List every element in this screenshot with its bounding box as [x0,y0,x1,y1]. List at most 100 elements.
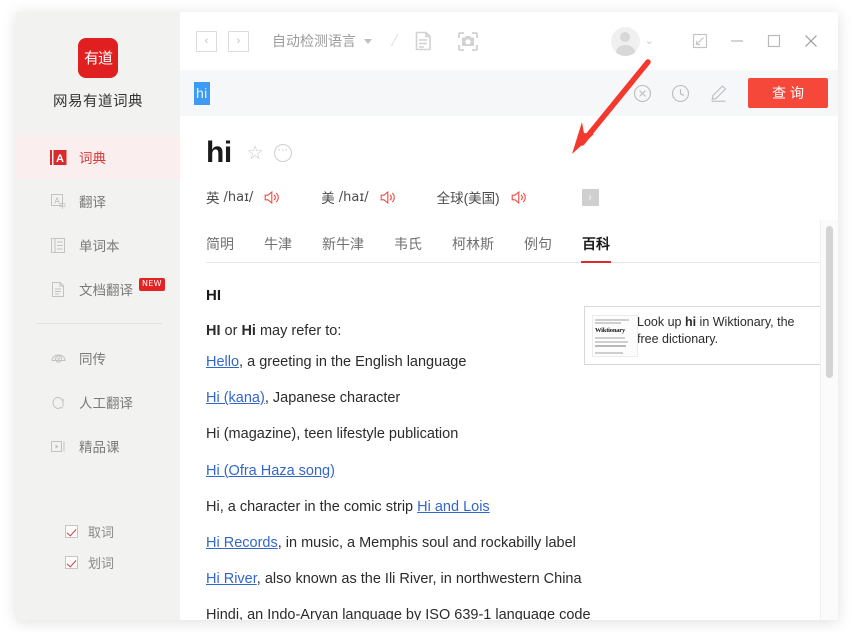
wiki-content: HI HI or Hi may refer to: Hello, a greet… [206,263,838,620]
main-panel: ‹ › 自动检测语言 / [180,12,838,620]
forward-button[interactable]: › [228,31,249,52]
tab-xinniujin[interactable]: 新牛津 [322,234,364,262]
wiki-link-hi-records[interactable]: Hi Records [206,535,278,551]
titlebar: ‹ › 自动检测语言 / [180,12,838,70]
checkbox-select-word[interactable] [65,556,78,569]
human-translation-icon [50,394,67,411]
sidebar-item-label: 精品课 [79,436,120,456]
dictionary-icon: A [50,149,67,166]
screenshot-icon[interactable] [457,30,479,52]
translate-icon: A 中 [50,193,67,210]
caption-pre: Look up [637,315,685,329]
sidebar-item-dictionary[interactable]: A 词典 [16,135,180,179]
clear-circle-icon[interactable] [632,83,652,103]
wiki-intro-tail: may refer to: [256,323,341,339]
phonetic-label: 英 [206,187,220,207]
close-icon[interactable] [797,28,824,55]
dictionary-tabs: 简明 牛津 新牛津 韦氏 柯林斯 例句 百科 [206,231,838,263]
brand-block: 有道 网易有道词典 [16,12,180,111]
wiki-entry-hi-and-lois: Hi, a character in the comic strip Hi an… [206,498,802,516]
checkbox-row-capture-word[interactable]: 取词 [16,516,180,547]
wiki-intro-bold-2: Hi [241,323,256,339]
account-menu[interactable]: ⌄ [611,27,654,56]
language-selector[interactable]: 自动检测语言 [272,31,372,51]
wiki-entry-text: Hi (magazine), teen lifestyle publicatio… [206,426,458,442]
search-button[interactable]: 查询 [748,78,828,108]
tab-liju[interactable]: 例句 [524,234,552,262]
page-title: hi [206,136,232,170]
wiki-entry-hi-river: Hi River, also known as the Ili River, i… [206,570,802,588]
history-clock-icon[interactable] [670,83,690,103]
wiki-entry-hi-kana: Hi (kana), Japanese character [206,389,802,407]
tab-jianming[interactable]: 简明 [206,234,234,262]
phonetic-value: /haɪ/ [224,190,254,205]
search-input[interactable]: hi [194,70,614,116]
tab-kelinsi[interactable]: 柯林斯 [452,234,494,262]
app-logo: 有道 [78,38,118,78]
search-bar: hi 查询 [180,70,838,116]
user-avatar-icon [611,27,640,56]
phonetic-uk: 英 /haɪ/ [206,187,281,207]
tab-weishi[interactable]: 韦氏 [394,234,422,262]
star-outline-icon[interactable]: ☆ [247,144,264,163]
sidebar-options: 取词 划词 [16,516,180,578]
wiki-link-hi-and-lois[interactable]: Hi and Lois [417,499,490,515]
wiki-heading: HI [206,287,802,304]
phonetics-row: 英 /haɪ/ 美 /haɪ/ [206,187,838,207]
back-button[interactable]: ‹ [196,31,217,52]
checkbox-capture-word[interactable] [65,525,78,538]
more-options-icon[interactable]: ··· [274,144,292,162]
sidebar-nav: A 词典 A 中 翻译 [16,135,180,468]
language-selector-label: 自动检测语言 [272,31,356,51]
wiktionary-logo-title: Wiktionary [595,327,625,334]
content-area: hi ☆ ··· 英 /haɪ/ 美 [180,116,838,620]
wiki-entry-hi-records: Hi Records, in music, a Memphis soul and… [206,534,802,552]
wiki-entry-text: , in music, a Memphis soul and rockabill… [278,535,576,551]
sidebar-item-label: 词典 [79,147,106,167]
expand-icon[interactable] [686,28,713,55]
sidebar-item-human-translation[interactable]: 人工翻译 [16,380,180,424]
sidebar-item-translate[interactable]: A 中 翻译 [16,179,180,223]
chevron-down-icon [364,39,372,44]
sidebar-divider [36,323,162,324]
wiki-link-hi-ofra-haza-song[interactable]: Hi (Ofra Haza song) [206,463,335,479]
tab-baike[interactable]: 百科 [582,234,610,262]
phonetic-label: 美 [321,187,335,207]
sidebar-item-document-translate[interactable]: 文档翻译 NEW [16,267,180,311]
checkbox-row-select-word[interactable]: 划词 [16,547,180,578]
word-header: hi ☆ ··· [206,116,838,170]
document-icon[interactable] [413,30,435,52]
maximize-icon[interactable] [760,28,787,55]
wiki-entry-text: , Japanese character [265,390,400,406]
scrollbar-thumb[interactable] [826,226,833,378]
wiki-link-hi-river[interactable]: Hi River [206,571,257,587]
new-badge: NEW [139,278,165,291]
search-input-value: hi [194,82,210,105]
tab-niujin[interactable]: 牛津 [264,234,292,262]
phonetic-next-button[interactable]: › [582,189,599,206]
wiki-entry-text: Hindi, an Indo-Aryan language by ISO 639… [206,607,591,620]
wordbook-icon [50,237,67,254]
wiktionary-logo-icon: Wiktionary [592,315,638,357]
wiki-entry-hi-magazine: Hi (magazine), teen lifestyle publicatio… [206,425,802,443]
document-translate-icon [50,281,67,298]
vertical-scrollbar[interactable] [820,220,838,620]
wiki-entry-text: , also known as the Ili River, in northw… [257,571,582,587]
wiki-link-hello[interactable]: Hello [206,354,239,370]
toolbar-separator: / [390,31,400,51]
checkbox-label: 划词 [88,553,114,572]
phonetic-value: /haɪ/ [339,190,369,205]
sidebar-item-courses[interactable]: 精品课 [16,424,180,468]
sidebar-item-label: 人工翻译 [79,392,133,412]
speaker-icon[interactable] [380,190,397,205]
sidebar-item-simultaneous-interpretation[interactable]: 同传 [16,336,180,380]
wiktionary-thumbnail-box[interactable]: Wiktionary Look up hi in Wiktionary, the… [584,306,828,365]
minimize-icon[interactable] [723,28,750,55]
speaker-icon[interactable] [264,190,281,205]
checkbox-label: 取词 [88,522,114,541]
sidebar-item-wordbook[interactable]: 单词本 [16,223,180,267]
sidebar-item-label: 同传 [79,348,106,368]
speaker-icon[interactable] [511,190,528,205]
wiki-link-hi-kana[interactable]: Hi (kana) [206,390,265,406]
handwriting-icon[interactable] [708,83,728,103]
